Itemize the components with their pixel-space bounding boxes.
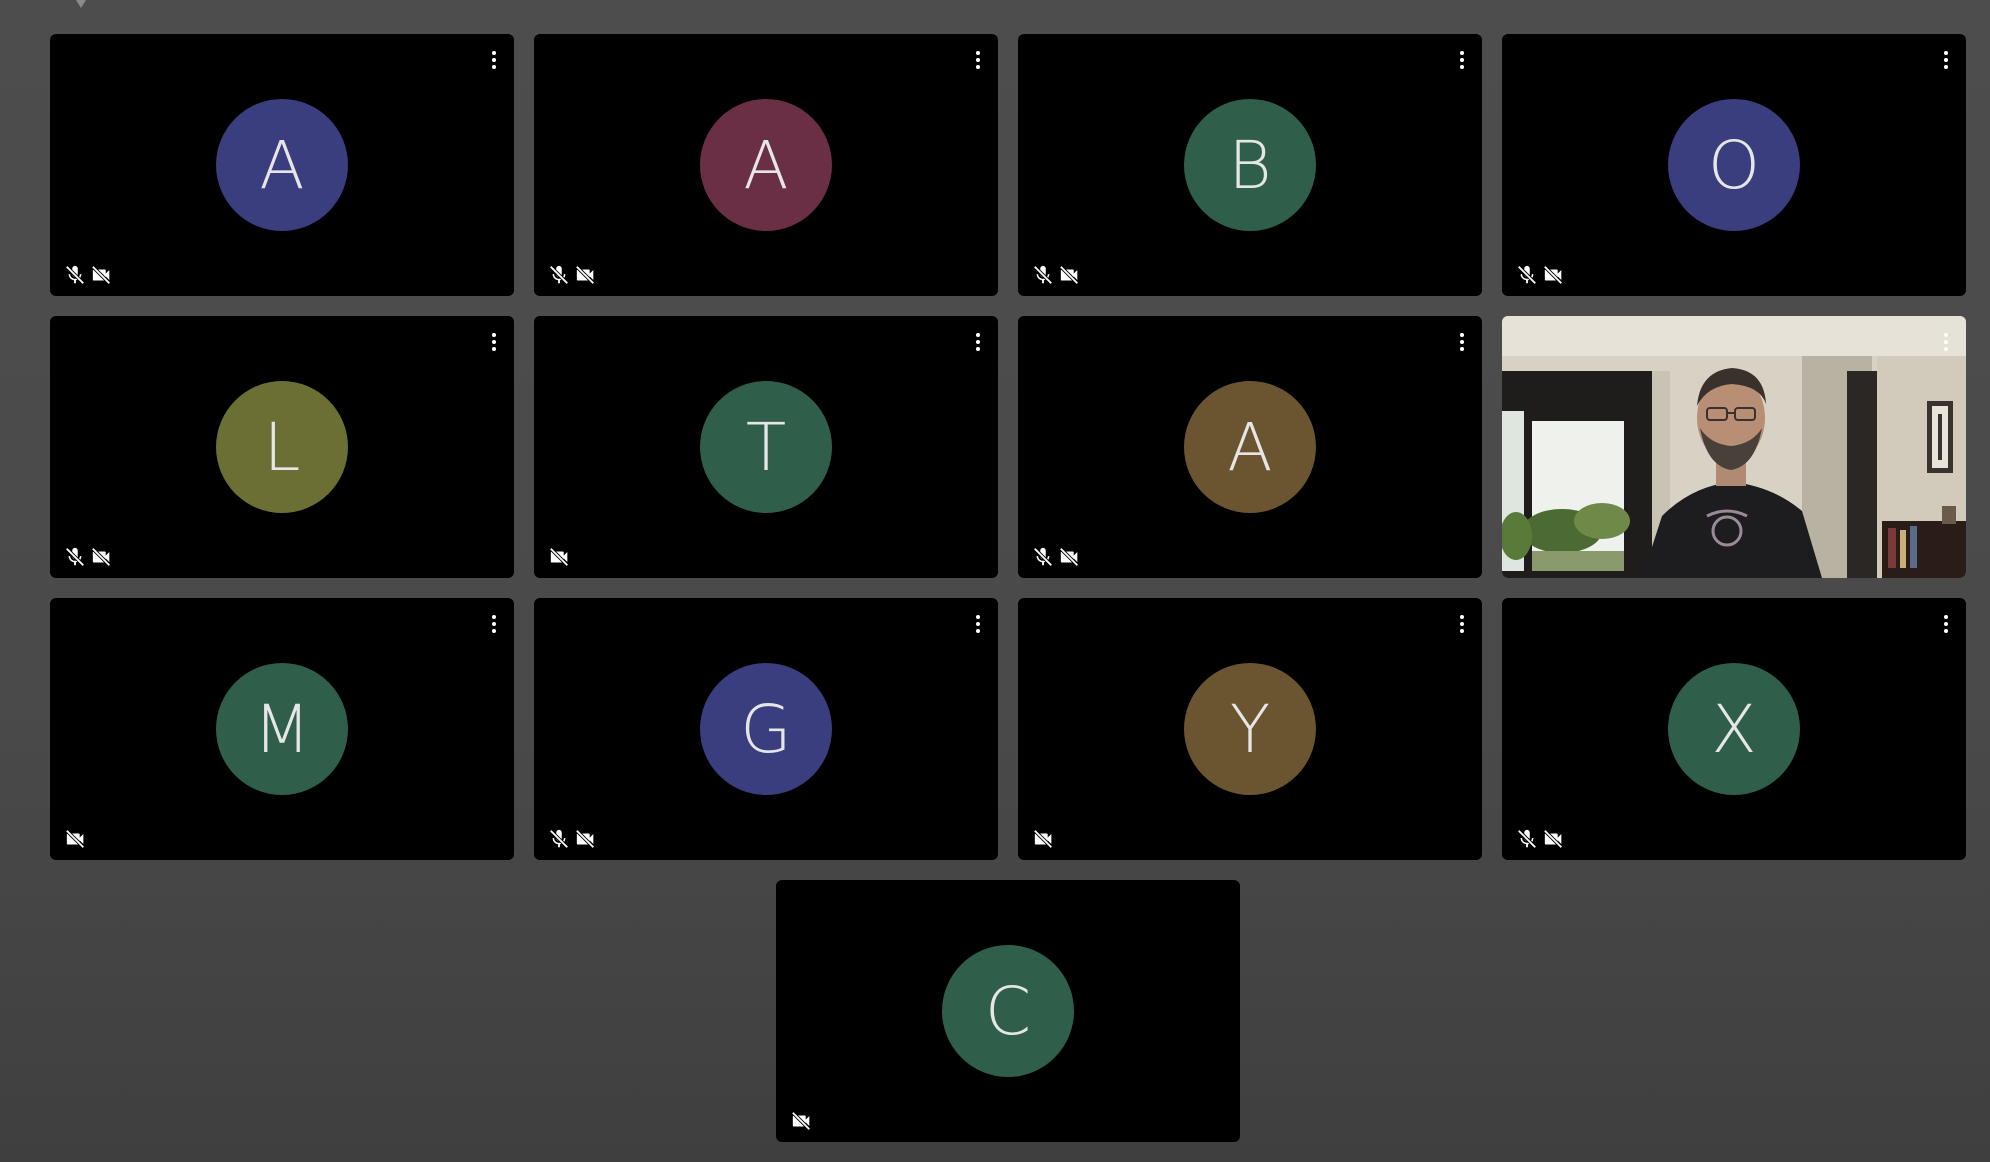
- avatar: O: [1668, 99, 1800, 231]
- more-options-button[interactable]: [488, 330, 500, 354]
- participant-video-tile[interactable]: [1502, 316, 1966, 578]
- participant-tile[interactable]: M: [50, 598, 514, 860]
- videocam-off-icon: [1542, 828, 1566, 850]
- avatar: M: [216, 663, 348, 795]
- more-options-button[interactable]: [488, 48, 500, 72]
- status-icons: [1032, 546, 1082, 568]
- status-icons: [1516, 828, 1566, 850]
- participant-tile[interactable]: A: [50, 34, 514, 296]
- status-icons: [64, 264, 114, 286]
- status-icons: [1032, 828, 1056, 850]
- avatar: A: [216, 99, 348, 231]
- status-icons: [1516, 264, 1566, 286]
- mic-off-icon: [548, 264, 570, 286]
- participant-tile[interactable]: L: [50, 316, 514, 578]
- more-options-button[interactable]: [1940, 48, 1952, 72]
- avatar: L: [216, 381, 348, 513]
- status-icons: [790, 1110, 814, 1132]
- more-options-button[interactable]: [1940, 330, 1952, 354]
- videocam-off-icon: [64, 828, 88, 850]
- mic-off-icon: [1516, 828, 1538, 850]
- mic-off-icon: [64, 546, 86, 568]
- videocam-off-icon: [1058, 264, 1082, 286]
- participant-tile[interactable]: A: [534, 34, 998, 296]
- videocam-off-icon: [548, 546, 572, 568]
- mic-off-icon: [548, 828, 570, 850]
- more-options-button[interactable]: [972, 612, 984, 636]
- more-options-button[interactable]: [1456, 330, 1468, 354]
- more-options-button[interactable]: [1940, 612, 1952, 636]
- participant-tile[interactable]: G: [534, 598, 998, 860]
- avatar: B: [1184, 99, 1316, 231]
- videocam-off-icon: [574, 828, 598, 850]
- mic-off-icon: [1032, 264, 1054, 286]
- videocam-off-icon: [1542, 264, 1566, 286]
- mic-off-icon: [1032, 546, 1054, 568]
- avatar: G: [700, 663, 832, 795]
- more-options-button[interactable]: [972, 330, 984, 354]
- status-icons: [548, 264, 598, 286]
- videocam-off-icon: [574, 264, 598, 286]
- avatar: X: [1668, 663, 1800, 795]
- status-icons: [64, 546, 114, 568]
- participant-tile[interactable]: A: [1018, 316, 1482, 578]
- videocam-off-icon: [790, 1110, 814, 1132]
- status-icons: [548, 546, 572, 568]
- participant-tile[interactable]: T: [534, 316, 998, 578]
- videocam-off-icon: [1058, 546, 1082, 568]
- more-options-button[interactable]: [1456, 48, 1468, 72]
- participant-tile[interactable]: Y: [1018, 598, 1482, 860]
- participant-tile[interactable]: X: [1502, 598, 1966, 860]
- participant-video: [1502, 316, 1966, 578]
- avatar: T: [700, 381, 832, 513]
- videocam-off-icon: [1032, 828, 1056, 850]
- avatar: Y: [1184, 663, 1316, 795]
- mic-off-icon: [1516, 264, 1538, 286]
- status-icons: [64, 828, 88, 850]
- avatar: A: [700, 99, 832, 231]
- avatar: C: [942, 945, 1074, 1077]
- more-options-button[interactable]: [1456, 612, 1468, 636]
- collapse-caret-icon[interactable]: [76, 0, 86, 8]
- participant-tile[interactable]: O: [1502, 34, 1966, 296]
- participant-tile[interactable]: B: [1018, 34, 1482, 296]
- more-options-button[interactable]: [488, 612, 500, 636]
- mic-off-icon: [64, 264, 86, 286]
- videocam-off-icon: [90, 264, 114, 286]
- status-icons: [1032, 264, 1082, 286]
- participant-tile[interactable]: C: [776, 880, 1240, 1142]
- avatar: A: [1184, 381, 1316, 513]
- videocam-off-icon: [90, 546, 114, 568]
- more-options-button[interactable]: [972, 48, 984, 72]
- status-icons: [548, 828, 598, 850]
